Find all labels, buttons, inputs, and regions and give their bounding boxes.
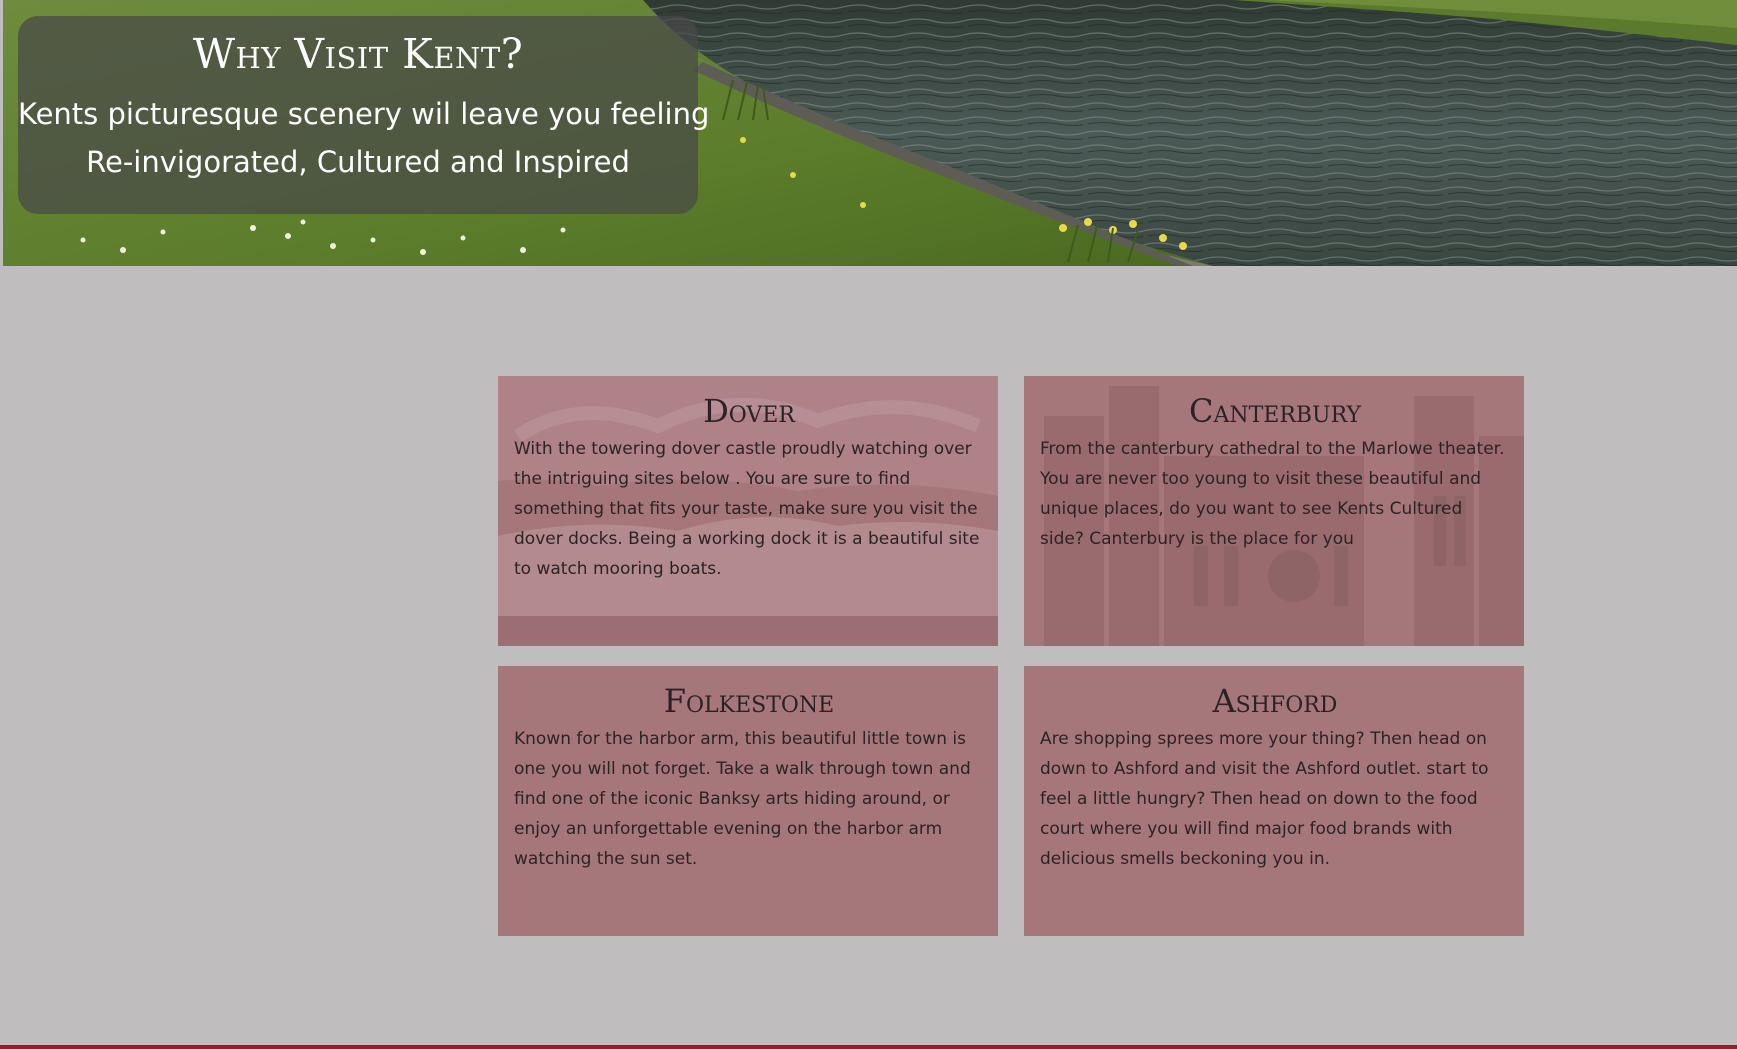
hero-title: Why Visit Kent? <box>192 30 524 78</box>
hero-banner: Why Visit Kent? Kents picturesque scener… <box>3 0 1737 266</box>
destination-card-dover: Dover With the towering dover castle pro… <box>498 376 998 646</box>
card-title-canterbury: Canterbury <box>1188 392 1362 430</box>
destination-card-folkestone: Folkestone Known for the harbor arm, thi… <box>498 666 998 936</box>
hero-tagline-line-1: Kents picturesque scenery wil leave you … <box>18 97 710 131</box>
card-title-dover: Dover <box>703 392 795 430</box>
hero-overlay-panel: Why Visit Kent? Kents picturesque scener… <box>18 16 710 214</box>
card-text-dover: With the towering dover castle proudly w… <box>514 439 980 579</box>
card-text-canterbury: From the canterbury cathedral to the Mar… <box>1040 439 1505 549</box>
card-text-ashford: Are shopping sprees more your thing? The… <box>1040 729 1489 869</box>
destination-card-canterbury: Canterbury From the canterbury cathedral… <box>1024 376 1524 646</box>
footer-divider <box>0 1045 1737 1049</box>
destination-cards-grid: Dover With the towering dover castle pro… <box>498 376 1524 936</box>
card-title-ashford: Ashford <box>1212 682 1338 720</box>
destination-card-ashford: Ashford Are shopping sprees more your th… <box>1024 666 1524 936</box>
hero-tagline-line-2: Re-invigorated, Cultured and Inspired <box>86 145 630 179</box>
card-title-folkestone: Folkestone <box>663 682 835 720</box>
card-text-folkestone: Known for the harbor arm, this beautiful… <box>514 729 971 869</box>
